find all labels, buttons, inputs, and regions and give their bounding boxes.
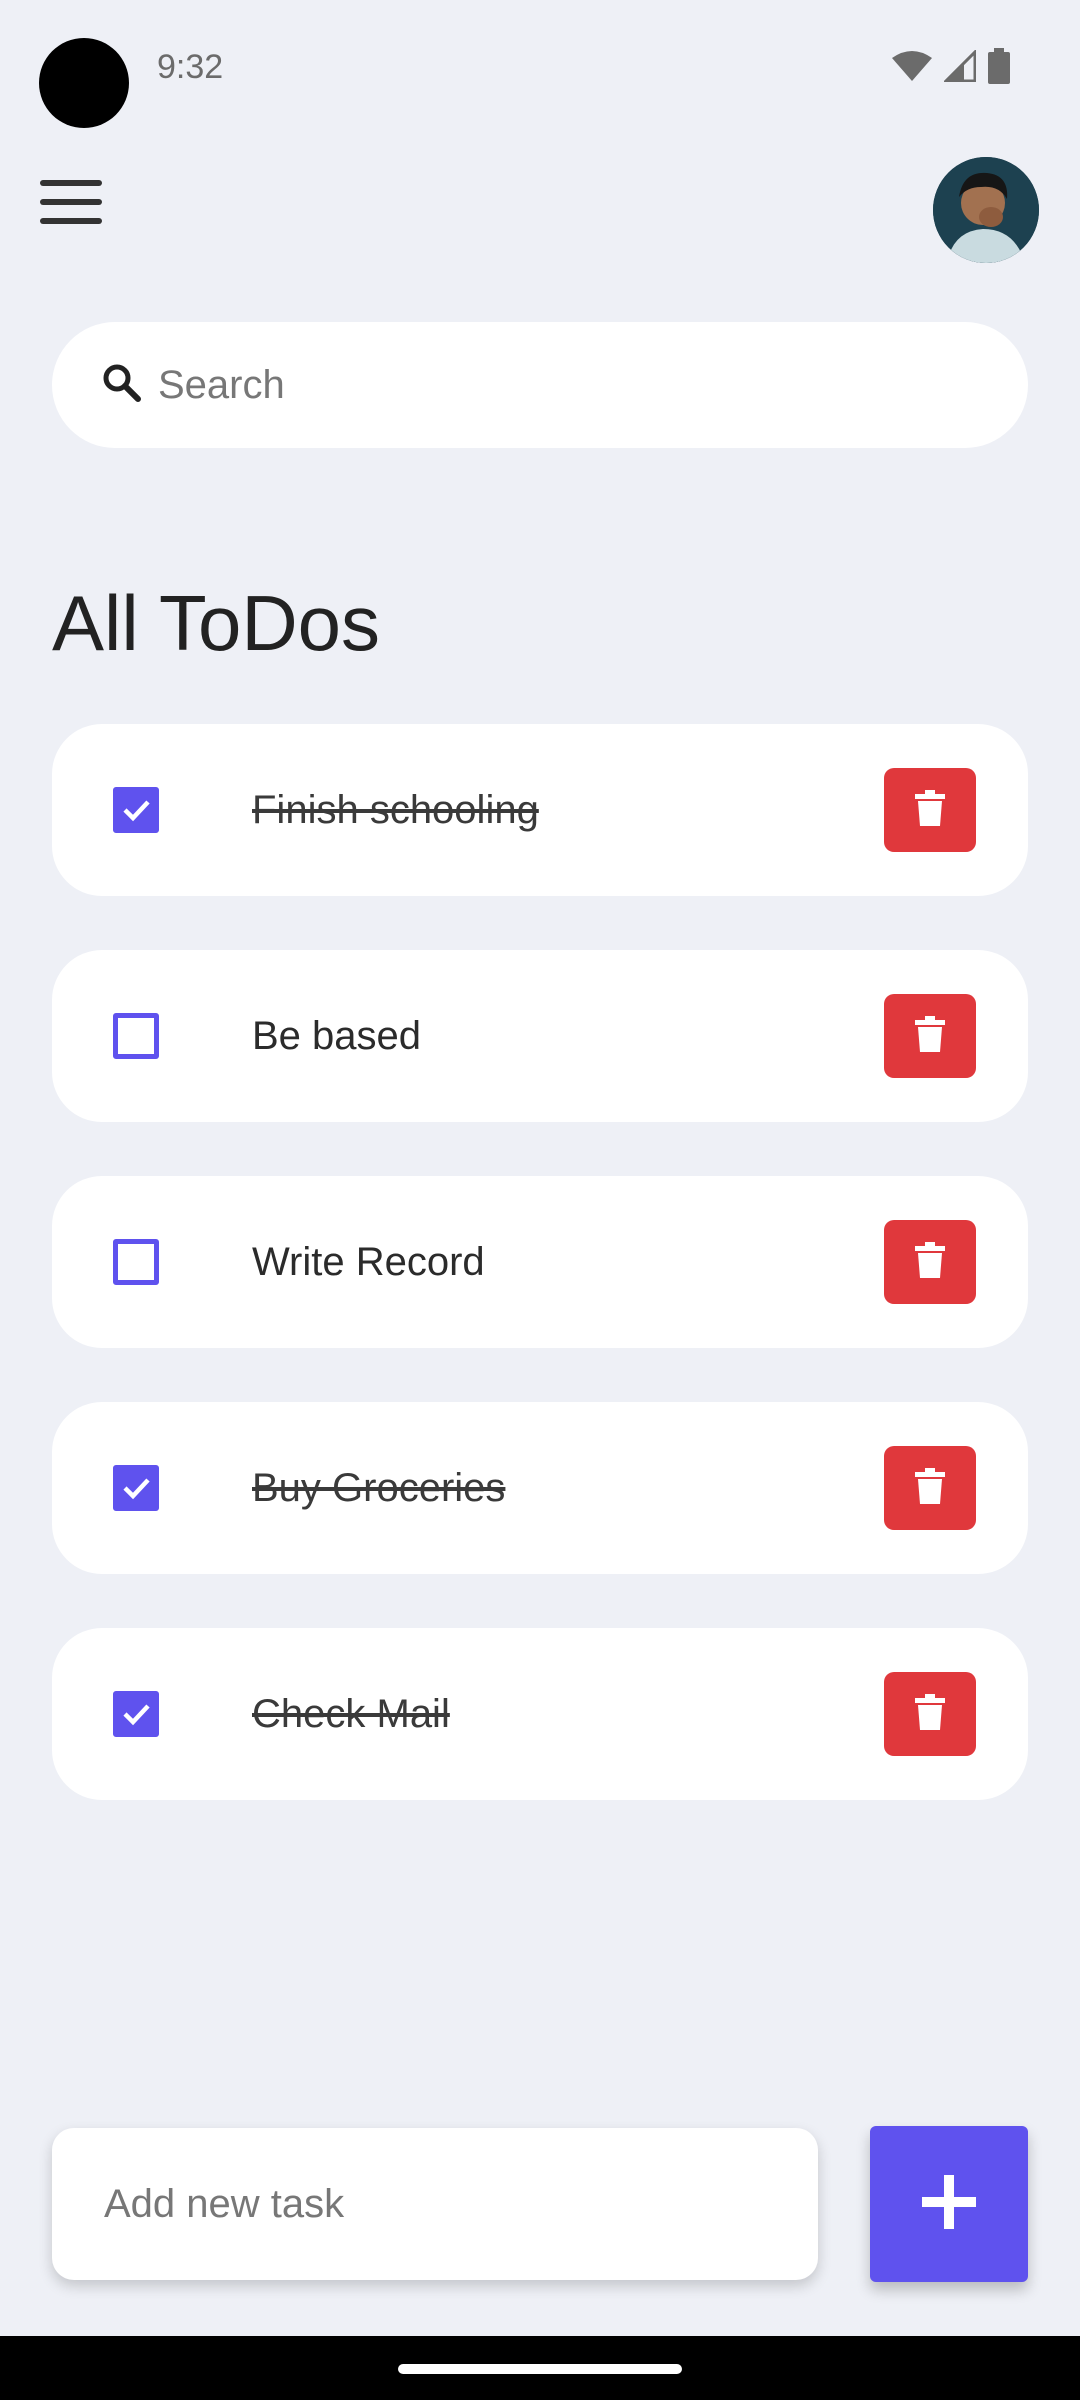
todo-list: Finish schooling Be based Write Record B… [52,724,1028,1854]
page-title: All ToDos [52,579,381,667]
delete-button[interactable] [884,768,976,852]
search-icon [100,361,144,410]
todo-checkbox[interactable] [113,1465,159,1511]
todo-item: Check Mail [52,1628,1028,1800]
delete-button[interactable] [884,1446,976,1530]
add-task-field[interactable] [52,2128,818,2280]
delete-button[interactable] [884,1220,976,1304]
add-task-input[interactable] [104,2181,784,2227]
todo-text[interactable]: Write Record [252,1236,485,1288]
todo-checkbox[interactable] [113,1013,159,1059]
todo-item: Be based [52,950,1028,1122]
avatar[interactable] [933,157,1039,263]
plus-icon [922,2174,976,2234]
trash-icon [915,1015,945,1057]
trash-icon [915,1241,945,1283]
trash-icon [915,789,945,831]
todo-text[interactable]: Be based [252,1010,421,1062]
signal-icon [944,50,976,82]
home-gesture-handle[interactable] [398,2364,682,2374]
todo-item: Write Record [52,1176,1028,1348]
todo-checkbox[interactable] [113,787,159,833]
battery-icon [988,48,1010,84]
camera-cutout [39,38,129,128]
todo-item: Buy Groceries [52,1402,1028,1574]
trash-icon [915,1467,945,1509]
hamburger-menu-icon[interactable] [40,180,106,236]
delete-button[interactable] [884,994,976,1078]
todo-text[interactable]: Check Mail [252,1688,450,1740]
add-task-button[interactable] [870,2126,1028,2282]
status-bar: 9:32 [0,0,1080,130]
todo-text[interactable]: Buy Groceries [252,1462,505,1514]
todo-item: Finish schooling [52,724,1028,896]
status-time: 9:32 [157,48,224,86]
todo-text[interactable]: Finish schooling [252,784,539,836]
todo-checkbox[interactable] [113,1239,159,1285]
search-input[interactable] [158,362,978,408]
wifi-icon [892,50,932,82]
trash-icon [915,1693,945,1735]
delete-button[interactable] [884,1672,976,1756]
status-icons [892,48,1010,84]
search-bar[interactable] [52,322,1028,448]
todo-app-screen: 9:32 Search All ToDos Finish schooling B… [0,0,1080,2400]
todo-checkbox[interactable] [113,1691,159,1737]
